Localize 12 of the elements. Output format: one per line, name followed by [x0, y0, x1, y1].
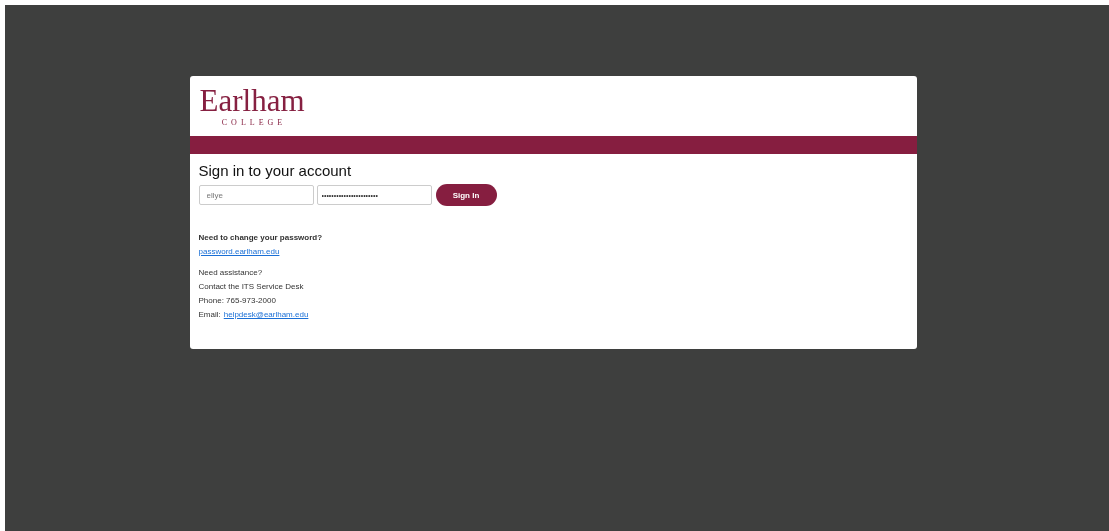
form-title: Sign in to your account [198, 162, 353, 179]
sign-in-button[interactable]: Sign In [435, 184, 497, 206]
logo-subtitle: COLLEGE [220, 118, 287, 127]
email-link[interactable]: helpdesk@earlham.edu [223, 310, 309, 319]
email-label: Email: [198, 310, 221, 319]
logo-wordmark: Earlham [199, 86, 305, 116]
username-field[interactable]: ellye [198, 185, 314, 205]
password-link[interactable]: password.earlham.edu [198, 247, 280, 256]
assistance-text: Need assistance? [198, 268, 264, 277]
assistance-text: Contact the ITS Service Desk [198, 282, 305, 291]
assistance-text: Phone: 765-973-2000 [198, 296, 277, 305]
password-help-heading: Need to change your password? [198, 233, 324, 242]
